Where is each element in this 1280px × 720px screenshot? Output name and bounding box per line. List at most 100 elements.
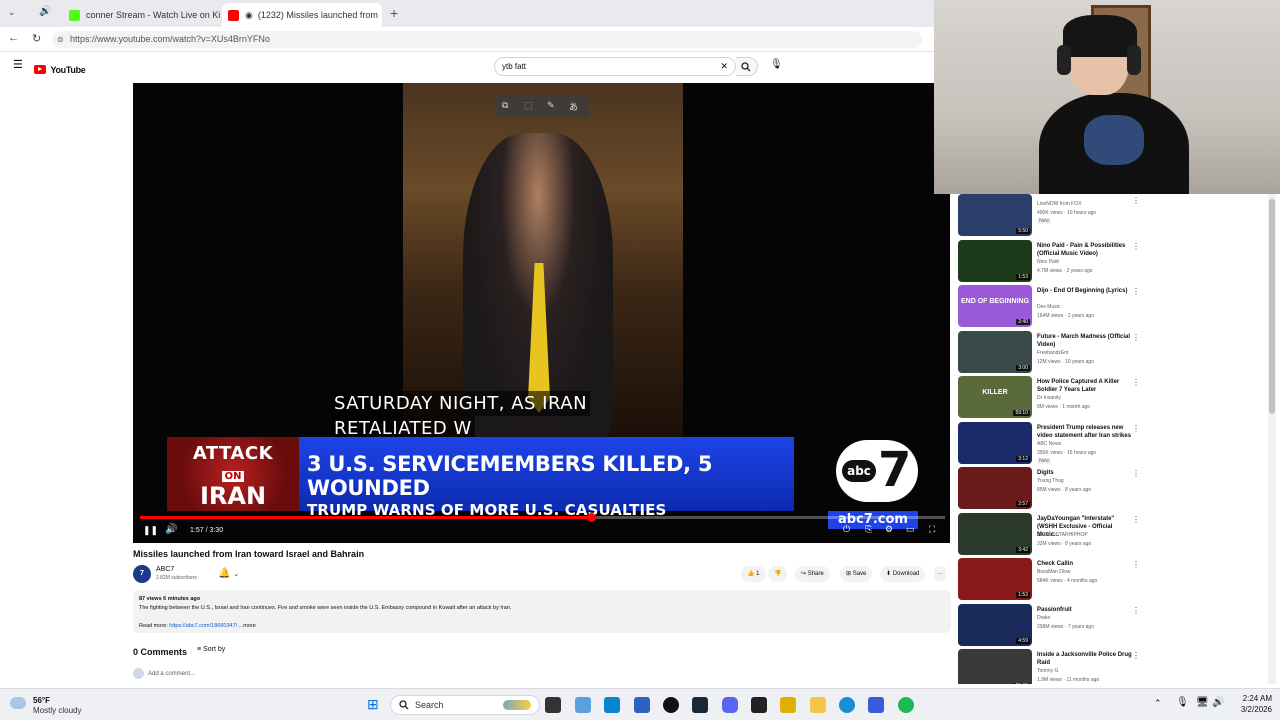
save-button[interactable]: ⊞ Save xyxy=(840,566,873,582)
hamburger-menu-icon[interactable]: ☰ xyxy=(13,58,23,71)
recommended-channel-name[interactable]: LiveNOW from FOX xyxy=(1037,201,1081,208)
search-button[interactable] xyxy=(736,57,758,76)
show-hidden-icons-chevron-icon[interactable]: ⌃ xyxy=(1154,698,1162,709)
recommended-channel-name[interactable]: BossMan Dlow xyxy=(1037,569,1070,576)
recommended-video[interactable]: 3:42 JayDaYoungan "Interstate" (WSHH Excl… xyxy=(958,513,1258,557)
recommended-channel-name[interactable]: Drake xyxy=(1037,615,1050,622)
recommended-video-title[interactable]: President Trump releases new video state… xyxy=(1037,424,1132,440)
description-box[interactable]: 87 views 6 minutes ago The fighting betw… xyxy=(133,590,951,633)
more-options-icon[interactable]: ⋮ xyxy=(1132,651,1140,660)
recommended-channel-name[interactable]: Nino Paid xyxy=(1037,259,1059,266)
more-options-icon[interactable]: ⋮ xyxy=(1132,333,1140,342)
more-options-icon[interactable]: ⋮ xyxy=(1132,242,1140,251)
more-options-icon[interactable]: ⋮ xyxy=(1132,287,1140,296)
more-options-icon[interactable]: ⋮ xyxy=(1132,424,1140,433)
youtube-logo[interactable]: YouTube xyxy=(34,61,86,79)
edge-browser-icon[interactable] xyxy=(839,697,855,713)
more-options-icon[interactable]: ⋮ xyxy=(1132,606,1140,615)
video-player[interactable]: ⧉ ⬚ ✎ あ SATURDAY NIGHT, AS IRAN RETALIAT… xyxy=(133,83,950,543)
seek-bar[interactable] xyxy=(140,513,945,522)
dislike-button[interactable]: 👎 xyxy=(768,566,788,582)
add-comment-field[interactable]: Add a comment... xyxy=(133,668,953,681)
tab-close-icon[interactable]: ✕ xyxy=(378,10,382,21)
autoplay-toggle-icon[interactable]: ⏻ xyxy=(843,524,850,535)
recommended-video-title[interactable]: How Police Captured A Killer Soldier 7 Y… xyxy=(1037,378,1132,394)
tab-kick-stream[interactable]: conner Stream - Watch Live on Ki ✕ xyxy=(63,3,221,27)
video-thumbnail[interactable]: KILLER 59:10 xyxy=(958,376,1032,418)
recommended-channel-name[interactable]: FreebandzEnt xyxy=(1037,350,1068,357)
video-thumbnail[interactable]: 1:53 xyxy=(958,558,1032,600)
recommended-video-title[interactable]: Check Callin xyxy=(1037,560,1132,568)
recommended-video-title[interactable]: Digits xyxy=(1037,469,1132,477)
taskbar-search[interactable]: Search xyxy=(390,695,540,715)
rockstar-app-icon[interactable] xyxy=(780,697,796,713)
more-actions-button[interactable]: ··· xyxy=(934,566,946,582)
recommended-video[interactable]: 3:12 President Trump releases new video s… xyxy=(958,422,1258,466)
video-thumbnail[interactable]: 4:59 xyxy=(958,604,1032,646)
channel-avatar[interactable]: 7 xyxy=(133,565,151,583)
recommended-channel-name[interactable]: ABC News xyxy=(1037,441,1061,448)
calendar-app-icon[interactable] xyxy=(634,697,650,713)
site-info-icon[interactable]: ⊜ xyxy=(57,31,64,48)
tab-close-icon[interactable]: ✕ xyxy=(220,10,221,21)
like-button[interactable]: 👍 1 xyxy=(741,566,766,582)
more-options-icon[interactable]: ⋮ xyxy=(1132,196,1140,205)
recommended-video-title[interactable]: Nino Paid - Pain & Possibilities (Offici… xyxy=(1037,242,1132,258)
video-thumbnail[interactable]: 3:12 xyxy=(958,422,1032,464)
microphone-icon[interactable]: 🎙 xyxy=(1176,697,1189,708)
video-thumbnail[interactable]: 25:08 xyxy=(958,649,1032,684)
store-app-icon[interactable] xyxy=(604,697,620,713)
scrollbar-thumb[interactable] xyxy=(1269,199,1275,414)
more-options-icon[interactable]: ⋮ xyxy=(1132,515,1140,524)
search-input[interactable]: ytb fatt ✕ xyxy=(494,57,736,76)
new-tab-icon[interactable]: + xyxy=(390,5,398,21)
sort-comments-button[interactable]: ≡ Sort by xyxy=(197,646,225,653)
network-icon[interactable]: 🖥 xyxy=(1196,697,1209,708)
notes-tool-icon[interactable]: ✎ xyxy=(547,100,555,111)
recommended-video-title[interactable]: Inside a Jacksonville Police Drug Raid xyxy=(1037,651,1132,667)
spotify-app-icon[interactable] xyxy=(898,697,914,713)
app-icon[interactable] xyxy=(868,697,884,713)
epic-games-app-icon[interactable] xyxy=(751,697,767,713)
recommended-channel-name[interactable]: Tommy G xyxy=(1037,668,1058,675)
more-options-icon[interactable]: ⋮ xyxy=(1132,378,1140,387)
reload-icon[interactable]: ↻ xyxy=(32,32,41,45)
miniplayer-icon[interactable]: ▭ xyxy=(906,524,915,535)
voice-search-mic-icon[interactable]: 🎙 xyxy=(770,59,783,70)
sidebar-scrollbar[interactable] xyxy=(1268,194,1276,684)
show-more-link[interactable]: ...more xyxy=(239,623,256,629)
back-arrow-icon[interactable]: ← xyxy=(8,32,19,44)
settings-gear-icon[interactable]: ⚙ xyxy=(885,524,893,535)
more-options-icon[interactable]: ⋮ xyxy=(1132,469,1140,478)
recommended-video[interactable]: 4:59 Passionfruit Drake 298M views · 7 year… xyxy=(958,604,1258,648)
url-field[interactable]: ⊜ https://www.youtube.com/watch?v=XUs4Br… xyxy=(52,31,922,48)
windows-start-icon[interactable]: ⊞ xyxy=(367,696,379,713)
recommended-video-title[interactable]: Dijo - End Of Beginning (Lyrics) xyxy=(1037,287,1132,295)
volume-icon[interactable]: 🔊 xyxy=(165,524,177,535)
pip-tool-icon[interactable]: ⧉ xyxy=(502,100,508,111)
recommended-video[interactable]: 1:53 Check Callin BossMan Dlow 584K views ·… xyxy=(958,558,1258,602)
recommended-video-title[interactable]: Future - March Madness (Official Video) xyxy=(1037,333,1132,349)
mute-tab-speaker-icon[interactable]: 🔊 xyxy=(39,6,51,17)
fullscreen-icon[interactable]: ⛶ xyxy=(929,524,935,535)
obs-app-icon[interactable] xyxy=(663,697,679,713)
video-thumbnail[interactable]: 3:00 xyxy=(958,331,1032,373)
video-thumbnail[interactable]: 2:57 xyxy=(958,467,1032,509)
widgets-app-icon[interactable] xyxy=(575,697,591,713)
pause-icon[interactable]: ❚❚ xyxy=(143,525,158,536)
file-explorer-icon[interactable] xyxy=(810,697,826,713)
recommended-channel-name[interactable]: Dex Music xyxy=(1037,304,1060,311)
discord-app-icon[interactable] xyxy=(722,697,738,713)
description-link[interactable]: https://abc7.com/18660347/ xyxy=(169,623,237,629)
recommended-video[interactable]: END OF BEGINNING 2:40 Dijo - End Of Beginn… xyxy=(958,285,1258,329)
subtitles-icon[interactable]: ⎘ xyxy=(865,524,872,535)
share-button[interactable]: ↪ Share xyxy=(795,566,830,582)
task-view-icon[interactable] xyxy=(545,697,561,713)
recommended-video[interactable]: KILLER 59:10 How Police Captured A Killer … xyxy=(958,376,1258,420)
clear-search-icon[interactable]: ✕ xyxy=(720,58,728,75)
notification-bell-button[interactable]: 🔔 ⌄ xyxy=(218,568,239,579)
recommended-video[interactable]: 3:00 Future - March Madness (Official Vid… xyxy=(958,331,1258,375)
recommended-video-title[interactable]: Passionfruit xyxy=(1037,606,1132,614)
recommended-channel-name[interactable]: Dr Insanity xyxy=(1037,395,1061,402)
steam-app-icon[interactable] xyxy=(692,697,708,713)
